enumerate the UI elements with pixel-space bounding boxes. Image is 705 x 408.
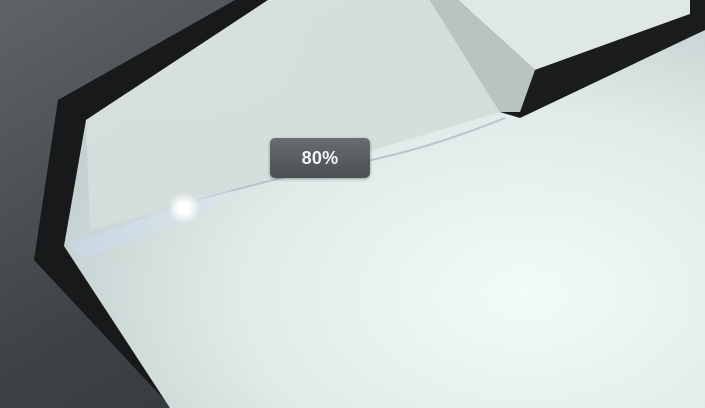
- photo-viewer: 80%: [0, 0, 705, 408]
- zoom-level-badge: 80%: [270, 138, 370, 178]
- led-light: [177, 201, 191, 215]
- photo-canvas: [0, 0, 705, 408]
